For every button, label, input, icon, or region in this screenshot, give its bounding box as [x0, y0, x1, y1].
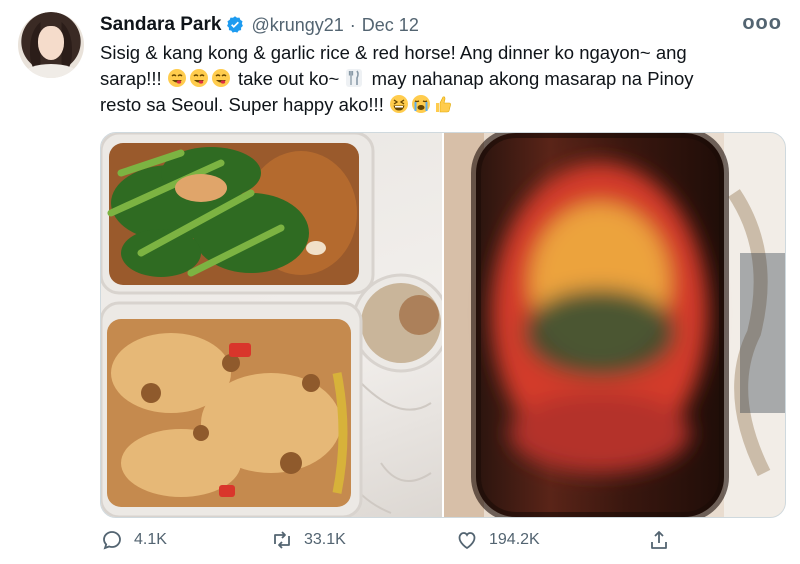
loudly-crying-emoji: [411, 95, 430, 113]
author-handle[interactable]: @krungy21: [251, 15, 343, 36]
reply-icon: [103, 531, 121, 550]
beer-bottle-illustration: [444, 133, 785, 517]
beer-bottle-photo[interactable]: [444, 133, 785, 517]
yum-face-emoji: [189, 69, 208, 87]
reply-count: 4.1K: [134, 531, 167, 548]
tweet-text: Sisig & kang kong & garlic rice & red ho…: [100, 40, 760, 118]
tweet-text-line2b: take out ko~: [237, 68, 345, 89]
verified-badge-icon: [225, 15, 245, 35]
tweet-text-line3: resto sa Seoul. Super happy ako!!!: [100, 94, 389, 115]
tweet-date[interactable]: Dec 12: [362, 15, 419, 36]
thumbs-up-emoji: [435, 96, 451, 113]
tweet-header: Sandara Park @krungy21 · Dec 12 ooo: [100, 12, 782, 38]
retweet-icon: [274, 531, 290, 549]
tweet-text-line2c: may nahanap akong masarap na Pinoy: [371, 68, 694, 89]
avatar-shoulder: [24, 64, 78, 78]
share-icon: [651, 531, 667, 549]
more-options-icon[interactable]: ooo: [742, 12, 782, 35]
fork-and-knife-emoji: [346, 69, 363, 87]
author-name[interactable]: Sandara Park: [100, 14, 221, 36]
like-button[interactable]: 194.2K: [455, 528, 540, 552]
separator-dot: ·: [349, 14, 356, 35]
like-count: 194.2K: [489, 531, 540, 548]
tweet-text-line2a: sarap!!!: [100, 68, 167, 89]
avatar-face: [38, 26, 64, 60]
retweet-button[interactable]: 33.1K: [270, 528, 346, 552]
media-grid: [100, 132, 786, 518]
food-photo[interactable]: [101, 133, 442, 517]
food-photo-illustration: [101, 133, 442, 517]
tweet-actions: 4.1K 33.1K 194.2K: [100, 528, 700, 558]
reply-button[interactable]: 4.1K: [100, 528, 167, 552]
avatar[interactable]: [18, 12, 84, 78]
grinning-squinting-emoji: [389, 95, 408, 113]
share-button[interactable]: [647, 528, 671, 552]
yum-face-emoji: [167, 69, 186, 87]
retweet-count: 33.1K: [304, 531, 346, 548]
tweet-text-line1: Sisig & kang kong & garlic rice & red ho…: [100, 42, 687, 63]
yum-face-emoji: [211, 69, 230, 87]
heart-icon: [458, 532, 476, 550]
